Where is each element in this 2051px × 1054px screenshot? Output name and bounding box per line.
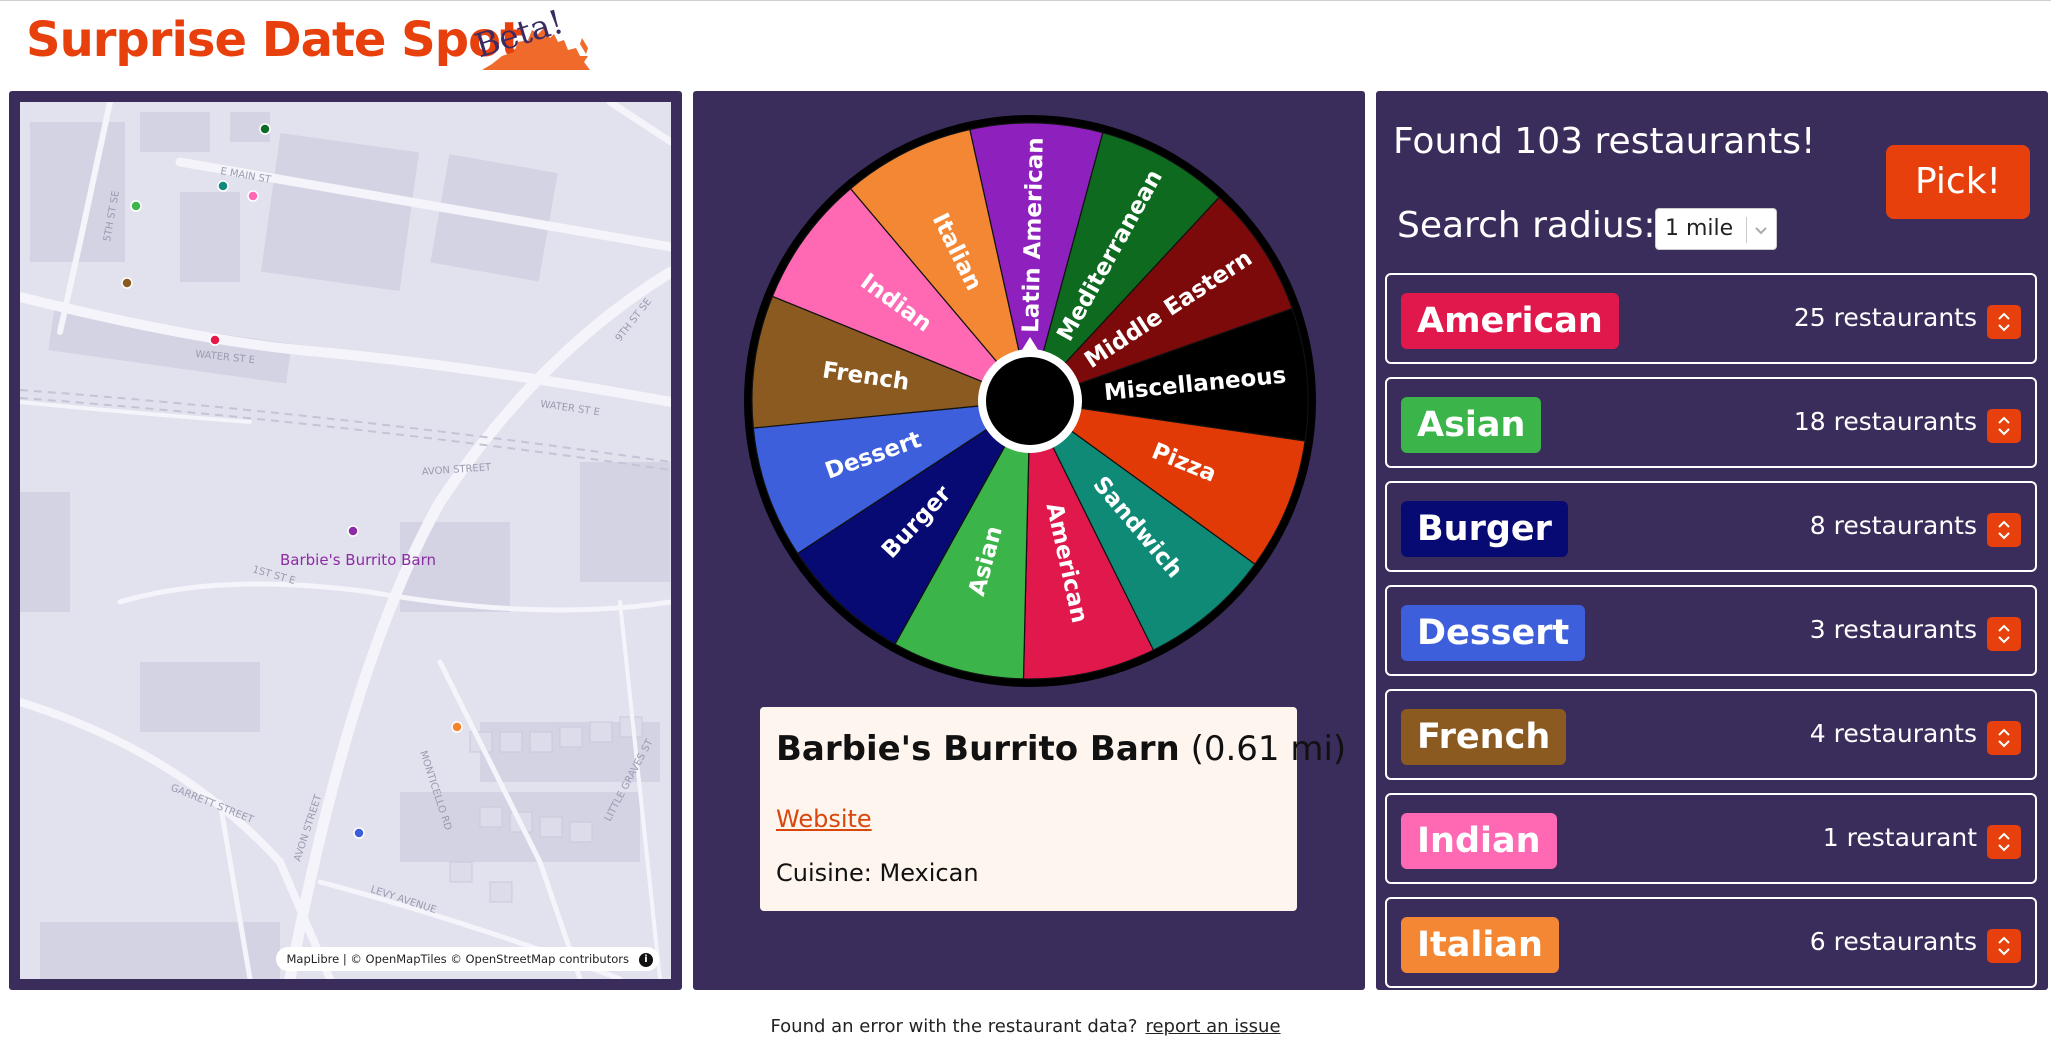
street-label: GARRETT STREET (169, 783, 256, 827)
category-count: 25 restaurants (1793, 303, 1977, 332)
category-count: 8 restaurants (1809, 511, 1977, 540)
category-row[interactable]: French 4 restaurants (1385, 689, 2037, 780)
category-count: 18 restaurants (1793, 407, 1977, 436)
restaurant-marker[interactable] (247, 190, 259, 202)
expand-toggle-icon[interactable] (1987, 825, 2021, 859)
website-link[interactable]: Website (776, 805, 872, 833)
map-view[interactable]: E MAIN ST WATER ST E WATER ST E AVON STR… (20, 102, 671, 979)
category-badge: Asian (1401, 397, 1542, 453)
app-title: Surprise Date Spot (26, 12, 523, 68)
footer: Found an error with the restaurant data?… (0, 1016, 2051, 1037)
result-title: Barbie's Burrito Barn (0.61 mi) (776, 729, 1346, 769)
selected-restaurant-marker[interactable] (347, 525, 359, 537)
chevron-down-icon (1755, 227, 1767, 235)
category-count: 6 restaurants (1809, 927, 1977, 956)
category-badge: Dessert (1401, 605, 1586, 661)
search-radius-select[interactable]: 1 mile (1655, 208, 1777, 250)
report-issue-link[interactable]: report an issue (1145, 1016, 1280, 1037)
wheel-segment-label: Latin American (1018, 137, 1049, 333)
category-row[interactable]: Dessert 3 restaurants (1385, 585, 2037, 676)
results-panel: Found 103 restaurants! Pick! Search radi… (1376, 91, 2048, 990)
category-row[interactable]: Burger 8 restaurants (1385, 481, 2037, 572)
restaurant-marker[interactable] (451, 721, 463, 733)
expand-toggle-icon[interactable] (1987, 929, 2021, 963)
expand-toggle-icon[interactable] (1987, 617, 2021, 651)
footer-text: Found an error with the restaurant data? (770, 1016, 1138, 1037)
pick-button[interactable]: Pick! (1886, 145, 2030, 219)
map-canvas[interactable]: E MAIN ST WATER ST E WATER ST E AVON STR… (20, 102, 671, 979)
found-count: Found 103 restaurants! (1393, 121, 1816, 162)
category-count: 1 restaurant (1822, 823, 1977, 852)
result-card: Barbie's Burrito Barn (0.61 mi) Website … (760, 707, 1346, 911)
category-count: 4 restaurants (1809, 719, 1977, 748)
expand-toggle-icon[interactable] (1987, 305, 2021, 339)
category-row[interactable]: Indian 1 restaurant (1385, 793, 2037, 884)
category-count: 3 restaurants (1809, 615, 1977, 644)
restaurant-marker[interactable] (259, 123, 271, 135)
restaurant-marker[interactable] (217, 180, 229, 192)
map-attribution: MapLibre | © OpenMapTiles © OpenStreetMa… (276, 947, 659, 971)
result-cuisine: Cuisine: Mexican (776, 859, 979, 887)
restaurant-marker[interactable] (121, 277, 133, 289)
restaurant-marker[interactable] (209, 334, 221, 346)
category-row[interactable]: American 25 restaurants (1385, 273, 2037, 364)
expand-toggle-icon[interactable] (1987, 721, 2021, 755)
expand-toggle-icon[interactable] (1987, 409, 2021, 443)
info-icon[interactable]: i (639, 952, 653, 967)
category-badge: Burger (1401, 501, 1568, 557)
cuisine-wheel[interactable]: Latin American MediterraneanMiddle Easter… (743, 114, 1317, 688)
select-separator (1746, 217, 1747, 243)
category-badge: Indian (1401, 813, 1557, 869)
wheel-hub[interactable] (986, 357, 1074, 445)
category-badge: French (1401, 709, 1567, 765)
attribution-text: MapLibre | © OpenMapTiles © OpenStreetMa… (286, 952, 629, 966)
wheel-panel: Latin American Mediterranean Middle Easter… (693, 91, 1365, 990)
category-row[interactable]: Italian 6 restaurants (1385, 897, 2037, 988)
result-distance: (0.61 mi) (1190, 729, 1347, 769)
search-radius-value: 1 mile (1665, 216, 1734, 241)
beta-logo: Beta! (470, 2, 600, 74)
map-panel: E MAIN ST WATER ST E WATER ST E AVON STR… (9, 91, 682, 990)
selected-restaurant-label[interactable]: Barbie's Burrito Barn (280, 551, 436, 569)
category-row[interactable]: Asian 18 restaurants (1385, 377, 2037, 468)
search-radius-label: Search radius: (1397, 205, 1656, 246)
result-name: Barbie's Burrito Barn (776, 729, 1180, 769)
category-badge: Italian (1401, 917, 1559, 973)
expand-toggle-icon[interactable] (1987, 513, 2021, 547)
restaurant-marker[interactable] (130, 200, 142, 212)
category-badge: American (1401, 293, 1619, 349)
top-border (0, 0, 2051, 1)
street-label: WATER ST E (540, 399, 601, 418)
restaurant-marker[interactable] (353, 827, 365, 839)
